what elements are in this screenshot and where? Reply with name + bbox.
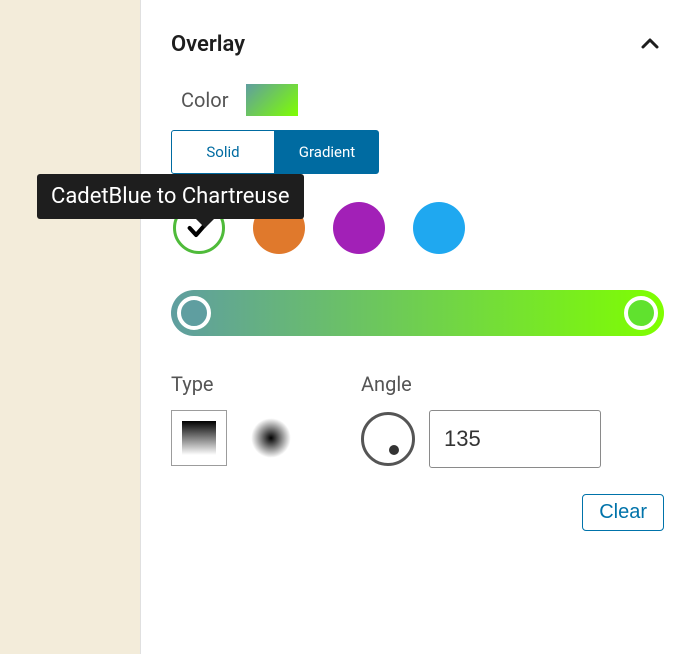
clear-row: Clear — [171, 494, 664, 531]
swatch-purple[interactable] — [333, 202, 385, 254]
chevron-up-icon[interactable] — [636, 30, 664, 58]
gradient-stop-end[interactable] — [624, 296, 658, 330]
type-label: Type — [171, 372, 291, 396]
gradient-bar[interactable] — [171, 290, 664, 336]
type-radial-button[interactable] — [251, 418, 291, 458]
type-group: Type — [171, 372, 291, 468]
color-mode-tabs: Solid Gradient — [171, 130, 379, 174]
overlay-panel: Overlay Color Solid Gradient CadetBlue t… — [140, 0, 694, 654]
color-row: Color — [181, 84, 664, 116]
tab-solid[interactable]: Solid — [171, 130, 275, 174]
clear-button[interactable]: Clear — [582, 494, 664, 531]
section-header[interactable]: Overlay — [171, 10, 664, 58]
swatch-blue[interactable] — [413, 202, 465, 254]
angle-group: Angle — [361, 372, 601, 468]
tab-gradient[interactable]: Gradient — [275, 130, 379, 174]
color-chip[interactable] — [246, 84, 298, 116]
angle-row — [361, 410, 601, 468]
left-gutter — [0, 0, 140, 654]
linear-gradient-icon — [182, 421, 216, 455]
angle-label: Angle — [361, 372, 601, 396]
type-options — [171, 410, 291, 466]
color-label: Color — [181, 88, 228, 112]
section-title: Overlay — [171, 32, 245, 57]
type-linear-button[interactable] — [171, 410, 227, 466]
angle-dial[interactable] — [361, 412, 415, 466]
angle-input[interactable] — [429, 410, 601, 468]
angle-dial-indicator-icon — [389, 445, 399, 455]
gradient-stop-start[interactable] — [177, 296, 211, 330]
controls-row: Type Angle — [171, 372, 664, 468]
tooltip: CadetBlue to Chartreuse — [37, 174, 304, 219]
